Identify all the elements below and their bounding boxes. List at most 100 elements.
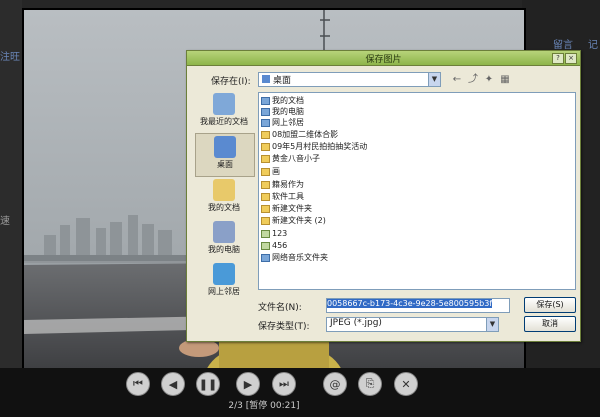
filetype-label: 保存类型(T): xyxy=(258,322,310,332)
new-folder-icon[interactable]: ✦ xyxy=(483,74,495,86)
network-icon xyxy=(213,263,235,285)
cancel-button[interactable]: 取消 xyxy=(524,316,576,332)
list-item-label: 我的文档 xyxy=(272,96,304,105)
prev-icon: ◀ xyxy=(168,377,178,391)
folder-icon xyxy=(261,154,270,163)
place-computer[interactable]: 我的电脑 xyxy=(195,219,253,261)
network-small-icon xyxy=(261,118,270,127)
save-image-dialog: 保存图片 ? × 保存在(I): 桌面 ▼ ← ⤴ ✦ ▦ 我最近的文档 桌面 … xyxy=(186,50,581,342)
slide-counter: 2/3 [暂停 00:21] xyxy=(228,401,300,411)
places-bar: 我最近的文档 桌面 我的文档 我的电脑 网上邻居 xyxy=(195,89,255,329)
recent-icon xyxy=(213,93,235,115)
left-page-link[interactable]: 注旺 xyxy=(0,48,20,63)
place-recent[interactable]: 我最近的文档 xyxy=(195,91,253,133)
desktop-small-icon xyxy=(262,75,270,83)
list-item[interactable]: 09年5月村民拍拍抽奖活动 xyxy=(261,141,367,152)
list-item-label: 网络音乐文件夹 xyxy=(272,253,328,262)
place-desktop[interactable]: 桌面 xyxy=(195,133,255,177)
list-item-label: 软件工具 xyxy=(272,192,304,201)
list-item[interactable]: 08加盟二维体合影 xyxy=(261,129,338,140)
file-list[interactable]: 我的文档 我的电脑 网上邻居 08加盟二维体合影 09年5月村民拍拍抽奖活动 黄… xyxy=(258,92,576,290)
list-item-label: 09年5月村民拍拍抽奖活动 xyxy=(272,142,368,151)
list-item[interactable]: 网上邻居 xyxy=(261,117,304,128)
chevron-down-icon[interactable]: ▼ xyxy=(428,73,440,86)
save-image-button[interactable]: ⎘ xyxy=(358,372,382,396)
view-menu-icon[interactable]: ▦ xyxy=(499,74,511,86)
first-button[interactable]: ⏮ xyxy=(126,372,150,396)
image-file-icon xyxy=(261,229,270,238)
filename-value: 0058667c-b173-4c3e-9e28-5e800595b3f xyxy=(327,299,493,308)
prev-button[interactable]: ◀ xyxy=(161,372,185,396)
next-icon: ▶ xyxy=(243,377,253,391)
chevron-down-icon[interactable]: ▼ xyxy=(486,318,498,331)
image-file-icon xyxy=(261,241,270,250)
network-folder-icon xyxy=(261,253,270,262)
dialog-title: 保存图片 xyxy=(365,55,402,65)
save-button[interactable]: 保存(S) xyxy=(524,297,576,313)
place-documents[interactable]: 我的文档 xyxy=(195,177,253,219)
list-item-label: 新建文件夹 xyxy=(272,204,312,213)
filename-input[interactable]: 0058667c-b173-4c3e-9e28-5e800595b3f xyxy=(326,298,510,313)
list-item-label: 新建文件夹 (2) xyxy=(272,216,326,225)
filetype-value: JPEG (*.jpg) xyxy=(330,318,382,328)
list-item[interactable]: 123 xyxy=(261,228,287,239)
help-button[interactable]: ? xyxy=(552,53,564,64)
desktop-icon xyxy=(214,136,236,158)
up-folder-icon[interactable]: ⤴ xyxy=(467,74,479,86)
save-in-combo[interactable]: 桌面 ▼ xyxy=(258,72,441,87)
list-item-label: 黄金八音小子 xyxy=(272,154,320,163)
place-network[interactable]: 网上邻居 xyxy=(195,261,253,303)
list-item[interactable]: 新建文件夹 (2) xyxy=(261,215,326,226)
list-item[interactable]: 网络音乐文件夹 xyxy=(261,252,328,263)
place-computer-label: 我的电脑 xyxy=(208,245,240,254)
list-item[interactable]: 新建文件夹 xyxy=(261,203,312,214)
save-in-label: 保存在(I): xyxy=(211,77,251,87)
at-icon: @ xyxy=(329,377,341,391)
list-item[interactable]: 籍易作为 xyxy=(261,179,304,190)
computer-icon xyxy=(213,221,235,243)
list-item[interactable]: 我的文档 xyxy=(261,95,304,106)
right-page-link-2[interactable]: 记 xyxy=(588,36,598,51)
skip-last-icon: ⏭ xyxy=(279,377,289,390)
folder-icon xyxy=(261,142,270,151)
folder-icon xyxy=(261,180,270,189)
pause-icon: ❚❚ xyxy=(198,377,218,391)
folder-icon xyxy=(261,192,270,201)
list-item[interactable]: 画 xyxy=(261,166,280,177)
list-item[interactable]: 456 xyxy=(261,240,287,251)
save-icon: ⎘ xyxy=(365,377,375,390)
close-button[interactable]: ✕ xyxy=(394,372,418,396)
email-button[interactable]: @ xyxy=(323,372,347,396)
list-item-label: 籍易作为 xyxy=(272,180,304,189)
dialog-titlebar: 保存图片 ? × xyxy=(187,51,580,66)
last-button[interactable]: ⏭ xyxy=(272,372,296,396)
list-item-label: 456 xyxy=(272,241,288,250)
skip-first-icon: ⏮ xyxy=(133,377,143,390)
folder-icon xyxy=(261,204,270,213)
place-recent-label: 我最近的文档 xyxy=(200,117,248,126)
list-item[interactable]: 我的电脑 xyxy=(261,106,304,117)
system-folder-icon xyxy=(261,96,270,105)
pause-button[interactable]: ❚❚ xyxy=(196,372,220,396)
filename-label: 文件名(N): xyxy=(258,303,302,313)
list-item[interactable]: 黄金八音小子 xyxy=(261,153,320,164)
place-desktop-label: 桌面 xyxy=(217,160,233,169)
folder-icon xyxy=(261,167,270,176)
dialog-close-button[interactable]: × xyxy=(565,53,577,64)
save-in-value: 桌面 xyxy=(273,76,292,86)
place-network-label: 网上邻居 xyxy=(208,287,240,296)
list-item-label: 我的电脑 xyxy=(272,107,304,116)
folder-icon xyxy=(261,216,270,225)
left-edge-text: 速 xyxy=(0,216,10,227)
place-documents-label: 我的文档 xyxy=(208,203,240,212)
documents-icon xyxy=(213,179,235,201)
filetype-combo[interactable]: JPEG (*.jpg) ▼ xyxy=(326,317,499,332)
close-icon: ✕ xyxy=(401,377,411,391)
computer-small-icon xyxy=(261,107,270,116)
back-icon[interactable]: ← xyxy=(451,74,463,86)
list-item[interactable]: 软件工具 xyxy=(261,191,304,202)
right-page-link-1[interactable]: 留言 xyxy=(553,36,573,51)
list-item-label: 画 xyxy=(272,167,280,176)
next-button[interactable]: ▶ xyxy=(236,372,260,396)
folder-icon xyxy=(261,130,270,139)
